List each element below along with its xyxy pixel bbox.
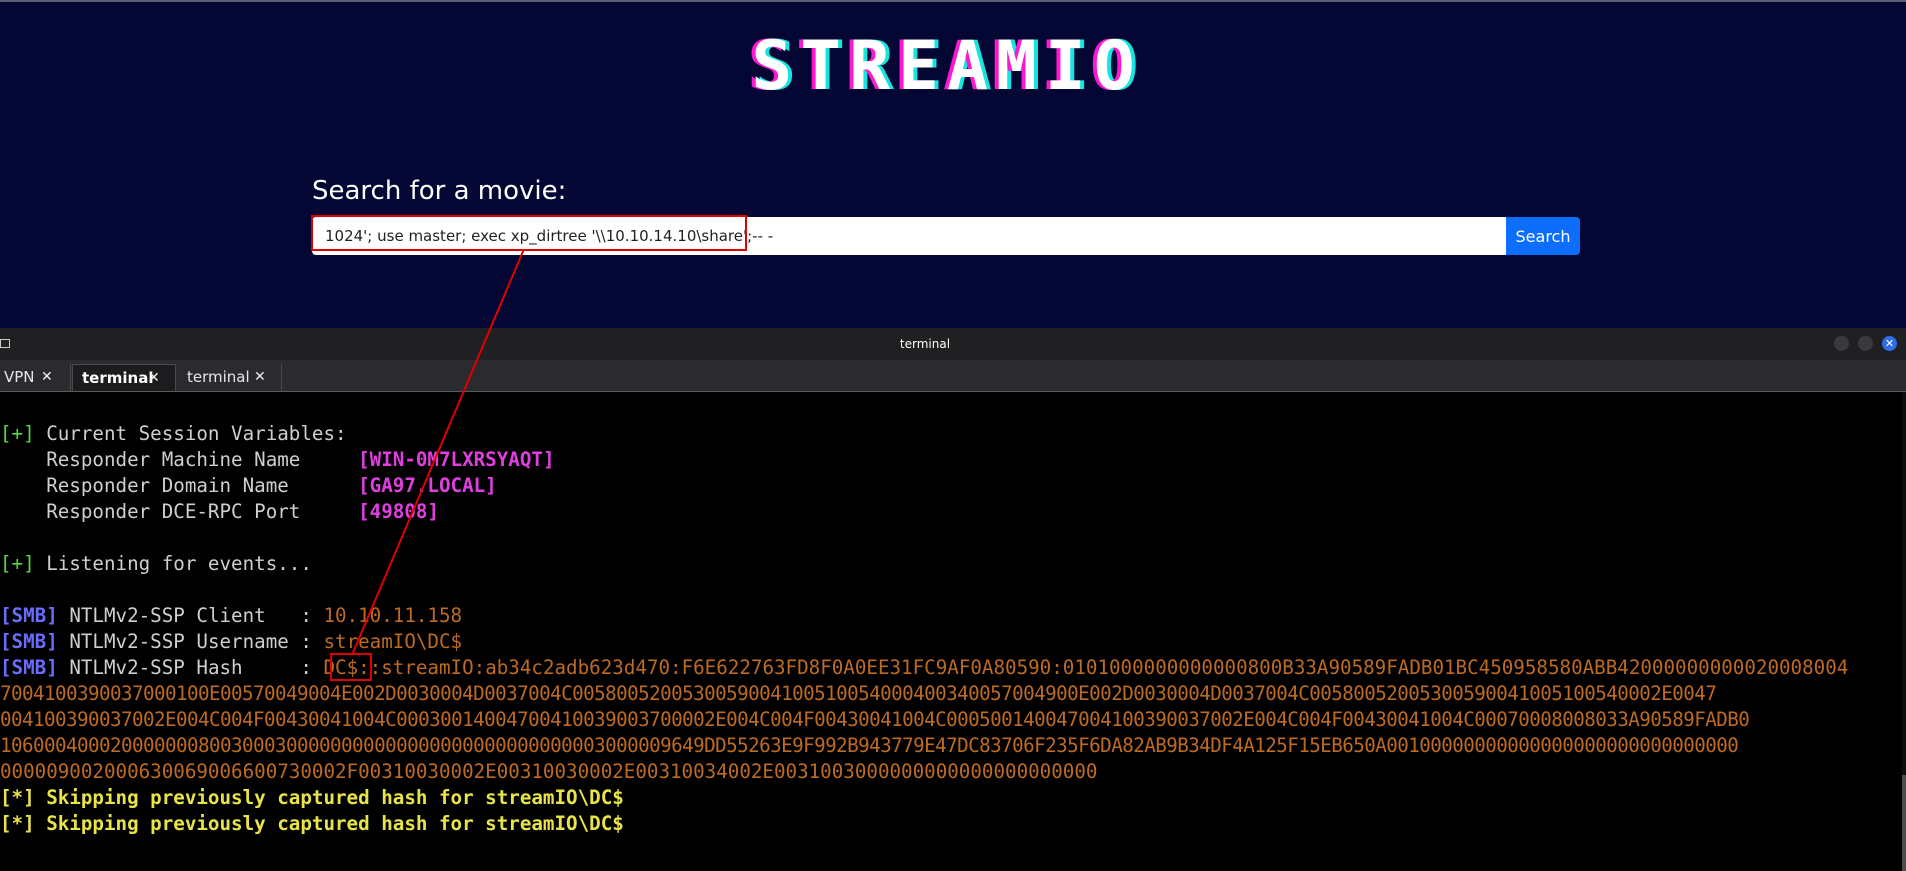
tab-terminal[interactable]: terminal ✕ <box>178 364 282 391</box>
search-button[interactable]: Search <box>1506 217 1580 255</box>
terminal-line: 1060004000200000008003000300000000000000… <box>0 734 1739 757</box>
close-icon[interactable]: ✕ <box>148 365 160 391</box>
window-title: terminal <box>899 337 951 351</box>
maximize-button[interactable] <box>1858 336 1873 351</box>
minimize-button[interactable] <box>1834 336 1849 351</box>
terminal-line: [+] Current Session Variables: <box>0 422 347 445</box>
streamio-web-page: STREAMIO Search for a movie: Search <box>0 0 1906 328</box>
terminal-line: [SMB] NTLMv2-SSP Hash : DC$::streamIO:ab… <box>0 656 1849 679</box>
terminal-line: Responder DCE-RPC Port [49808] <box>0 500 439 523</box>
tab-label: terminal <box>187 368 250 386</box>
terminal-line: [SMB] NTLMv2-SSP Client : 10.10.11.158 <box>0 604 463 627</box>
terminal-line: 000009002000630069006600730002F003100300… <box>0 760 1098 783</box>
scrollbar-thumb[interactable] <box>1902 775 1906 871</box>
terminal-tab-bar: VPN ✕ terminal ✕ terminal ✕ <box>0 361 1906 392</box>
close-window-button[interactable]: ✕ <box>1882 336 1897 351</box>
tab-label: terminal <box>82 369 154 387</box>
close-icon[interactable]: ✕ <box>41 364 53 390</box>
tab-vpn[interactable]: VPN ✕ <box>0 364 71 391</box>
terminal-line: [+] Listening for events... <box>0 552 312 575</box>
close-icon[interactable]: ✕ <box>254 364 266 390</box>
terminal-titlebar[interactable]: terminal ✕ <box>0 328 1906 361</box>
highlight-box-payload <box>311 215 747 251</box>
terminal-line: [*] Skipping previously captured hash fo… <box>0 812 624 835</box>
terminal-line: 004100390037002E004C004F00430041004C0003… <box>0 708 1750 731</box>
highlight-box-dc <box>330 653 372 681</box>
site-logo: STREAMIO <box>751 27 1143 106</box>
search-label: Search for a movie: <box>312 176 567 206</box>
terminal-line: 7004100390037000100E00570049004E002D0030… <box>0 682 1717 705</box>
tab-terminal-active[interactable]: terminal ✕ <box>72 364 176 391</box>
tab-label: VPN <box>4 368 35 386</box>
terminal-line: Responder Domain Name [GA97.LOCAL] <box>0 474 497 497</box>
terminal-line: Responder Machine Name [WIN-0M7LXRSYAQT] <box>0 448 555 471</box>
terminal-line: [*] Skipping previously captured hash fo… <box>0 786 624 809</box>
terminal-line: [SMB] NTLMv2-SSP Username : streamIO\DC$ <box>0 630 463 653</box>
